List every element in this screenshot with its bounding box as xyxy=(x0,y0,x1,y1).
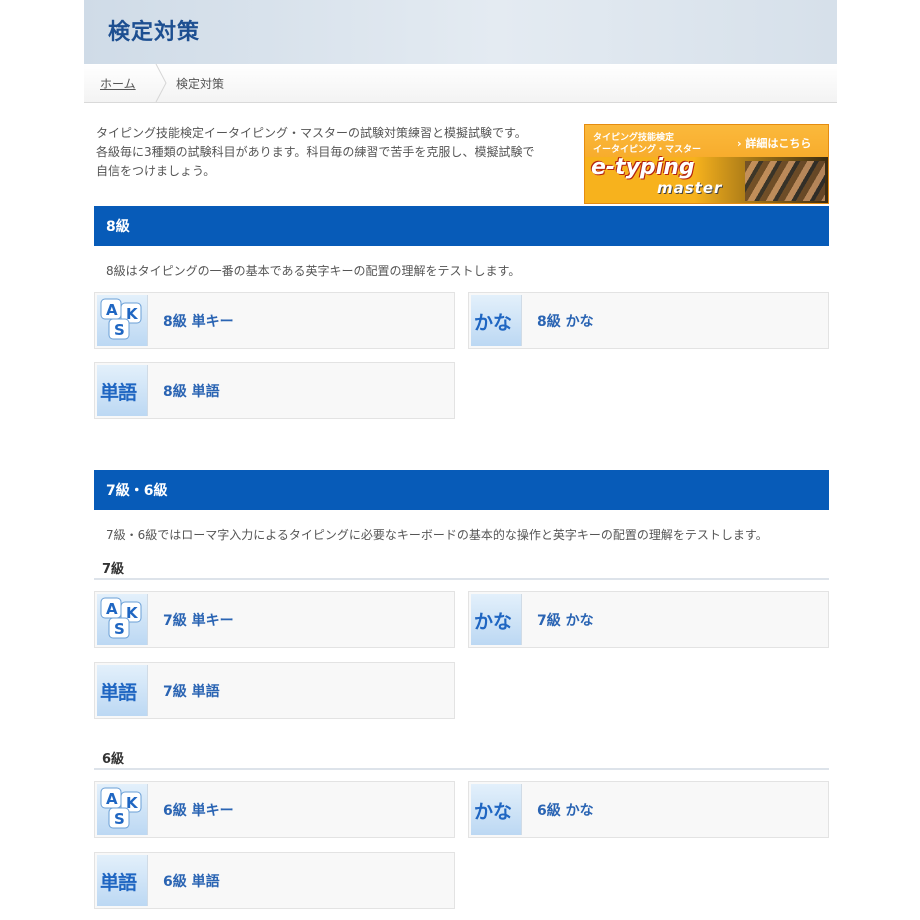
aks-key-s: S xyxy=(114,321,125,339)
aks-key-k: K xyxy=(126,305,139,323)
page: 検定対策 ホーム 検定対策 タイピング技能検定イータイピング・マスターの試験対策… xyxy=(84,0,837,920)
subheading-7kyu: 7級 xyxy=(94,560,829,580)
section-title: 8級 xyxy=(106,219,130,235)
card-label: 8級 単キー xyxy=(163,314,234,330)
banner-line2: イータイピング・マスター xyxy=(593,145,702,155)
keyboard-hands-image xyxy=(745,161,825,201)
card-8kyu-word[interactable]: 単語 8級 単語 xyxy=(94,362,455,419)
aks-key-k: K xyxy=(126,794,139,812)
section-title: 7級・6級 xyxy=(106,483,168,499)
card-7kyu-kana[interactable]: かな 7級 かな xyxy=(468,591,829,648)
breadcrumb-home-link[interactable]: ホーム xyxy=(100,75,136,92)
aks-key-k: K xyxy=(126,604,139,622)
card-6kyu-single-key[interactable]: A K S 6級 単キー xyxy=(94,781,455,838)
card-label: 7級 かな xyxy=(537,613,594,629)
card-label: 6級 かな xyxy=(537,803,594,819)
word-icon-text: 単語 xyxy=(100,382,137,404)
section-description: 8級はタイピングの一番の基本である英字キーの配置の理解をテストします。 xyxy=(106,264,521,278)
aks-key-a: A xyxy=(106,790,118,808)
word-icon: 単語 xyxy=(97,665,148,716)
section-header-8kyu: 8級 xyxy=(94,206,829,246)
card-label: 7級 単語 xyxy=(163,684,220,700)
card-7kyu-single-key[interactable]: A K S 7級 単キー xyxy=(94,591,455,648)
breadcrumb: ホーム 検定対策 xyxy=(84,64,837,103)
banner-more-label: 詳細はこちら xyxy=(745,137,812,150)
word-icon: 単語 xyxy=(97,365,148,416)
aks-key-s: S xyxy=(114,810,125,828)
word-icon-text: 単語 xyxy=(100,872,137,894)
card-6kyu-word[interactable]: 単語 6級 単語 xyxy=(94,852,455,909)
intro-line: 各級毎に3種類の試験科目があります。科目毎の練習で苦手を克服し、模擬試験で xyxy=(96,145,535,159)
section-description: 7級・6級ではローマ字入力によるタイピングに必要なキーボードの基本的な操作と英字… xyxy=(106,528,768,542)
page-title: 検定対策 xyxy=(108,20,201,45)
aks-keys-icon: A K S xyxy=(97,295,148,346)
page-header: 検定対策 xyxy=(84,0,837,64)
e-typing-master-banner[interactable]: タイピング技能検定 イータイピング・マスター › 詳細はこちら e-typing… xyxy=(584,124,829,204)
banner-logo-e-typing: e-typing xyxy=(591,155,695,180)
banner-logo-master: master xyxy=(657,179,723,197)
kana-icon: かな xyxy=(471,784,522,835)
card-label: 7級 単キー xyxy=(163,613,234,629)
kana-icon-text: かな xyxy=(474,312,513,334)
subheading-title: 7級 xyxy=(102,562,125,577)
aks-key-a: A xyxy=(106,600,118,618)
card-6kyu-kana[interactable]: かな 6級 かな xyxy=(468,781,829,838)
word-icon: 単語 xyxy=(97,855,148,906)
word-icon-text: 単語 xyxy=(100,682,137,704)
aks-key-s: S xyxy=(114,620,125,638)
subheading-6kyu: 6級 xyxy=(94,750,829,770)
card-8kyu-single-key[interactable]: A K S 8級 単キー xyxy=(94,292,455,349)
card-label: 6級 単キー xyxy=(163,803,234,819)
aks-keys-icon: A K S xyxy=(97,594,148,645)
aks-key-a: A xyxy=(106,301,118,319)
section-header-7-6kyu: 7級・6級 xyxy=(94,470,829,510)
banner-more-link[interactable]: › 詳細はこちら xyxy=(737,135,811,151)
kana-icon: かな xyxy=(471,594,522,645)
card-7kyu-word[interactable]: 単語 7級 単語 xyxy=(94,662,455,719)
aks-keys-icon: A K S xyxy=(97,784,148,835)
kana-icon-text: かな xyxy=(474,801,513,823)
kana-icon-text: かな xyxy=(474,611,513,633)
kana-icon: かな xyxy=(471,295,522,346)
intro-line: 自信をつけましょう。 xyxy=(96,164,216,178)
card-label: 6級 単語 xyxy=(163,874,220,890)
breadcrumb-current: 検定対策 xyxy=(176,77,225,91)
breadcrumb-separator-icon xyxy=(155,64,167,102)
intro-text: タイピング技能検定イータイピング・マスターの試験対策練習と模擬試験です。 各級毎… xyxy=(96,124,571,181)
subheading-title: 6級 xyxy=(102,752,125,767)
intro-line: タイピング技能検定イータイピング・マスターの試験対策練習と模擬試験です。 xyxy=(96,126,527,140)
card-8kyu-kana[interactable]: かな 8級 かな xyxy=(468,292,829,349)
card-label: 8級 単語 xyxy=(163,384,220,400)
card-label: 8級 かな xyxy=(537,314,594,330)
